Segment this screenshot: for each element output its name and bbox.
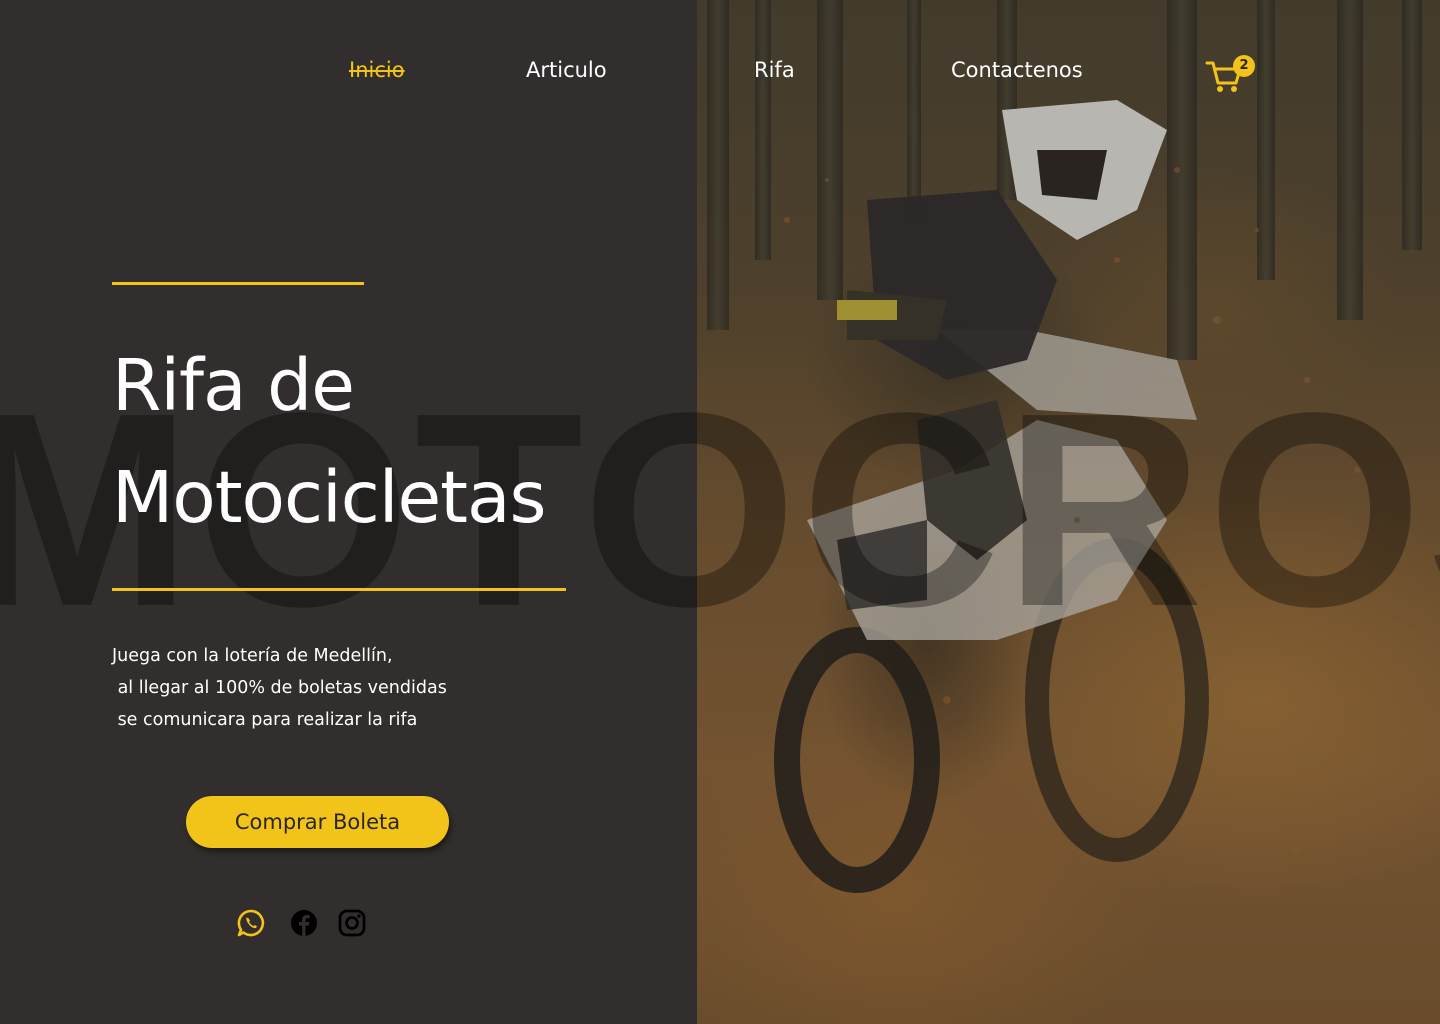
instagram-link[interactable]	[337, 908, 367, 938]
landing-page: MOTOCROSS Inicio Articulo Rifa Contacten…	[0, 0, 1440, 1024]
nav-rifa[interactable]: Rifa	[754, 58, 795, 82]
motocross-photo	[697, 0, 1440, 1024]
facebook-link[interactable]	[289, 908, 319, 938]
whatsapp-icon	[237, 909, 265, 937]
nav-articulo[interactable]: Articulo	[526, 58, 607, 82]
nav-inicio[interactable]: Inicio	[349, 58, 405, 82]
title-top-rule	[112, 282, 364, 285]
hero-description: Juega con la lotería de Medellín, al lle…	[112, 646, 447, 730]
instagram-icon	[338, 909, 366, 937]
hero-title: Rifa de Motocicletas	[112, 330, 547, 554]
hero-title-line2: Motocicletas	[112, 456, 547, 539]
hero-title-line1: Rifa de	[112, 344, 355, 427]
buy-ticket-button[interactable]: Comprar Boleta	[186, 796, 449, 848]
facebook-icon	[291, 910, 317, 936]
title-bottom-rule	[112, 588, 566, 591]
whatsapp-link[interactable]	[236, 908, 266, 938]
cart-count-badge: 2	[1233, 55, 1255, 77]
cart-button[interactable]: 2	[1205, 55, 1257, 95]
nav-contactenos[interactable]: Contactenos	[951, 58, 1083, 82]
